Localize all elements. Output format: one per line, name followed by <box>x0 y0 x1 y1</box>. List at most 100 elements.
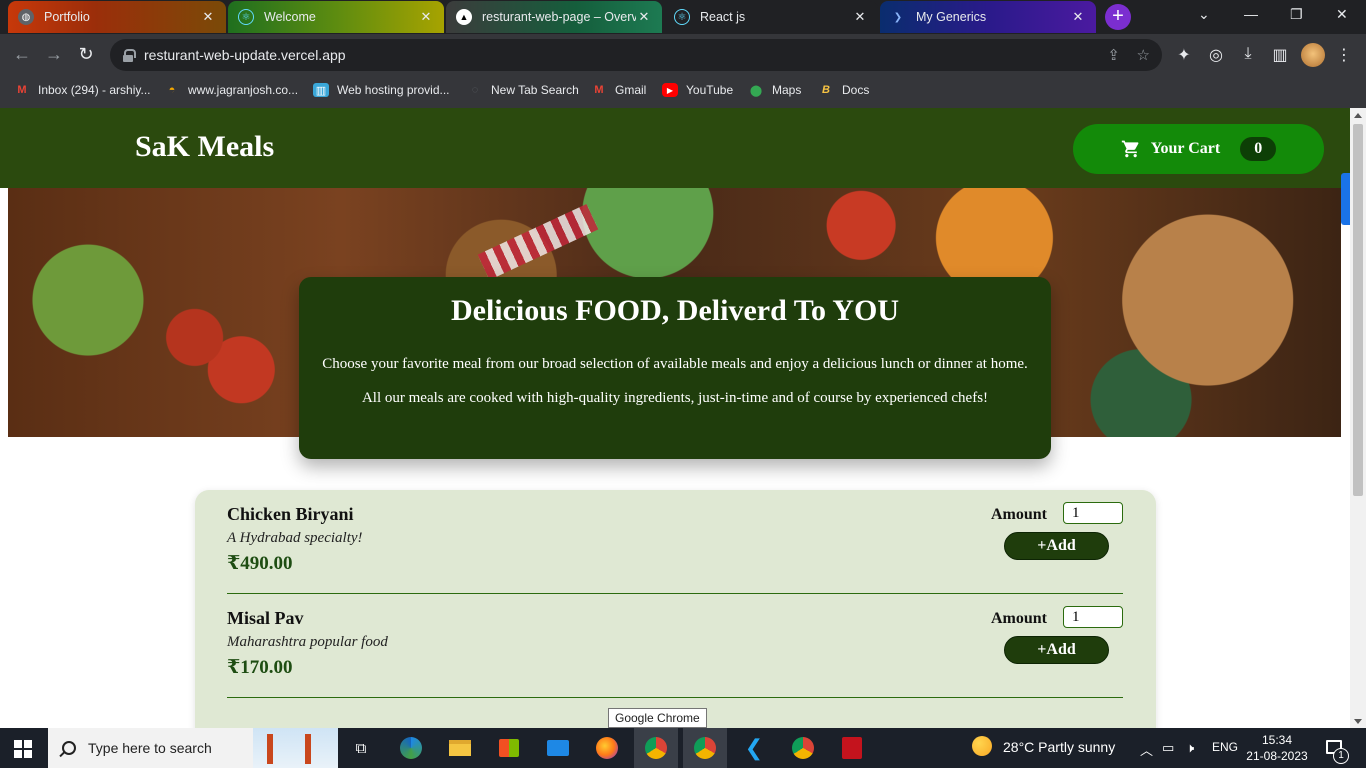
tab-title: React js <box>700 10 746 24</box>
acrobat-icon[interactable] <box>838 734 866 762</box>
restore-icon[interactable]: ❐ <box>1290 6 1303 23</box>
search-icon <box>62 741 76 755</box>
site-logo[interactable]: SaK Meals <box>135 130 274 164</box>
weather-icon[interactable] <box>972 736 992 759</box>
bookmark-jagranjosh[interactable]: ◓ www.jagranjosh.co... <box>164 83 298 97</box>
bookmark-maps[interactable]: ⬤ Maps <box>748 83 802 97</box>
clock[interactable]: 15:34 21-08-2023 <box>1246 732 1308 764</box>
react-icon: ⚛ <box>674 9 690 25</box>
tab-my-generics[interactable]: ❯ My Generics ✕ <box>880 1 1096 33</box>
forward-arrow-icon[interactable]: → <box>42 44 66 65</box>
tab-portfolio[interactable]: ◍ Portfolio ✕ <box>8 1 226 33</box>
lock-icon[interactable] <box>122 49 136 62</box>
url-text: resturant-web-update.vercel.app <box>144 47 346 63</box>
close-tab-icon[interactable]: ✕ <box>200 9 216 25</box>
mail-icon[interactable] <box>544 734 572 762</box>
side-panel-icon[interactable]: ▥ <box>1270 45 1290 65</box>
jagranjosh-icon: ◓ <box>168 84 176 96</box>
intro-paragraph: All our meals are cooked with high-quali… <box>361 390 989 406</box>
meal-name: Chicken Biryani <box>227 504 354 524</box>
amount-input[interactable] <box>1063 606 1123 628</box>
meal-name: Misal Pav <box>227 608 304 628</box>
checkered-napkin <box>477 203 599 281</box>
intro-title: Delicious FOOD, Deliverd To YOU <box>450 294 900 327</box>
bookmark-gmail[interactable]: M Gmail <box>591 83 646 97</box>
reload-icon[interactable]: ↻ <box>74 44 98 65</box>
battery-icon[interactable]: ▭ <box>1162 740 1174 756</box>
edge-icon[interactable] <box>397 734 425 762</box>
tab-react-js[interactable]: ⚛ React js ✕ <box>664 1 878 33</box>
amount-label: Amount <box>991 610 1048 627</box>
microsoft-store-icon[interactable] <box>495 734 523 762</box>
bookmark-label: YouTube <box>686 83 734 97</box>
bookmark-label: Web hosting provid... <box>337 83 450 97</box>
search-placeholder: Type here to search <box>88 740 212 756</box>
close-tab-icon[interactable]: ✕ <box>636 9 652 25</box>
cart-label: Your Cart <box>1150 140 1221 157</box>
add-to-cart-button[interactable]: +Add <box>1004 532 1109 560</box>
close-tab-icon[interactable]: ✕ <box>852 9 868 25</box>
extension-icon[interactable]: ◎ <box>1206 45 1226 65</box>
new-tab-plus-icon[interactable]: + <box>1105 4 1131 30</box>
file-explorer-icon[interactable] <box>446 734 474 762</box>
bookmark-label: New Tab Search <box>491 83 579 97</box>
back-arrow-icon[interactable]: ← <box>10 44 34 65</box>
amount-label: Amount <box>991 506 1048 523</box>
browser-toolbar: ← → ↻ resturant-web-update.vercel.app ⇪ … <box>0 34 1366 76</box>
close-tab-icon[interactable]: ✕ <box>1070 9 1086 25</box>
bookmark-web-hosting[interactable]: ▥ Web hosting provid... <box>313 83 450 97</box>
task-view-icon[interactable]: ⧉ <box>347 734 375 762</box>
page-scrollbar[interactable] <box>1350 108 1366 728</box>
chrome-icon[interactable] <box>634 728 678 768</box>
speaker-muted-icon[interactable]: 🕨 <box>1186 740 1194 756</box>
tab-title: resturant-web-page – Overvi <box>482 10 636 24</box>
scrollbar-thumb[interactable] <box>1353 124 1363 496</box>
bookmark-youtube[interactable]: ▶ YouTube <box>662 83 733 97</box>
bookmark-docs[interactable]: B Docs <box>818 83 869 97</box>
windows-start-icon[interactable] <box>14 740 32 758</box>
intro-card: Delicious FOOD, Deliverd To YOU Choose y… <box>299 277 1051 459</box>
share-star-icons[interactable]: ⇪ ☆ <box>1107 46 1150 64</box>
kebab-menu-icon[interactable]: ⋮ <box>1334 45 1354 65</box>
vercel-icon: ▲ <box>456 9 472 25</box>
minimize-icon[interactable]: — <box>1244 6 1258 22</box>
close-tab-icon[interactable]: ✕ <box>418 9 434 25</box>
language-indicator[interactable]: ENG <box>1212 740 1238 754</box>
firefox-icon[interactable] <box>593 734 621 762</box>
cart-button[interactable]: Your Cart 0 <box>1073 124 1324 174</box>
chevron-up-icon[interactable]: ︿ <box>1140 740 1153 759</box>
taskbar-search[interactable]: Type here to search <box>48 728 338 768</box>
bookmark-label: Maps <box>772 83 802 97</box>
tab-strip: ◍ Portfolio ✕ ⚛ Welcome ✕ ▲ resturant-we… <box>0 0 1366 34</box>
close-window-icon[interactable]: ✕ <box>1336 6 1348 23</box>
amount-input[interactable] <box>1063 502 1123 524</box>
download-icon[interactable]: ⤓ <box>1238 45 1258 63</box>
chrome-icon[interactable] <box>789 734 817 762</box>
intro-paragraph: Choose your favorite meal from our broad… <box>322 356 1028 372</box>
bookmark-label: Inbox (294) - arshiy... <box>38 83 151 97</box>
tab-vercel-overview[interactable]: ▲ resturant-web-page – Overvi ✕ <box>446 1 662 33</box>
web-page: SaK Meals Your Cart 0 Delicious FOOD, De… <box>0 108 1350 728</box>
bookmark-new-tab-search[interactable]: ◌ New Tab Search <box>467 83 579 97</box>
meal-description: Maharashtra popular food <box>227 634 388 650</box>
add-to-cart-button[interactable]: +Add <box>1004 636 1109 664</box>
tab-search-chevron-icon[interactable]: ⌄ <box>1198 6 1210 23</box>
address-bar[interactable]: resturant-web-update.vercel.app ⇪ ☆ <box>110 39 1162 71</box>
meal-item: Chicken Biryani A Hydrabad specialty! ₹4… <box>227 490 1123 594</box>
react-icon: ⚛ <box>238 9 254 25</box>
docs-icon: B <box>822 84 830 96</box>
bookmark-inbox[interactable]: M Inbox (294) - arshiy... <box>14 83 151 97</box>
profile-avatar[interactable] <box>1301 43 1325 67</box>
weather-text[interactable]: 28°C Partly sunny <box>1003 739 1115 755</box>
scroll-up-arrow-icon[interactable] <box>1354 113 1362 118</box>
globe-icon: ◍ <box>18 9 34 25</box>
chrome-profile-icon[interactable] <box>683 728 727 768</box>
typescript-icon: ❯ <box>893 11 903 23</box>
vscode-icon[interactable]: ❮ <box>740 734 768 762</box>
extensions-puzzle-icon[interactable]: ✦ <box>1174 45 1194 65</box>
tab-welcome[interactable]: ⚛ Welcome ✕ <box>228 1 444 33</box>
site-header: SaK Meals Your Cart 0 <box>0 108 1350 188</box>
taskbar-tooltip: Google Chrome <box>608 708 707 728</box>
scroll-down-arrow-icon[interactable] <box>1354 719 1362 724</box>
side-panel-edge <box>1341 173 1350 225</box>
